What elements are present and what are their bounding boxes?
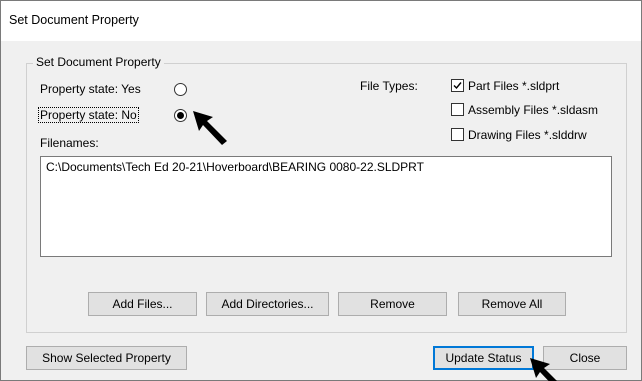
remove-all-button[interactable]: Remove All — [458, 292, 566, 316]
drawing-files-checkbox[interactable] — [451, 128, 464, 141]
part-files-label[interactable]: Part Files *.sldprt — [468, 79, 559, 93]
part-files-checkbox[interactable] — [451, 79, 464, 92]
drawing-files-label[interactable]: Drawing Files *.slddrw — [468, 128, 587, 142]
update-status-button[interactable]: Update Status — [433, 346, 534, 370]
property-state-no-radio[interactable] — [174, 109, 187, 122]
title-bar: Set Document Property — [1, 1, 641, 41]
show-selected-property-button[interactable]: Show Selected Property — [26, 346, 187, 370]
set-document-property-dialog: Set Document Property Set Document Prope… — [0, 0, 642, 381]
property-state-no-label[interactable]: Property state: No — [38, 107, 139, 123]
checkmark-icon — [453, 82, 462, 90]
pointer-arrow-icon — [193, 111, 227, 145]
window-title: Set Document Property — [9, 13, 139, 27]
group-legend: Set Document Property — [33, 55, 164, 69]
remove-button[interactable]: Remove — [338, 292, 447, 316]
add-directories-button[interactable]: Add Directories... — [206, 292, 329, 316]
add-files-button[interactable]: Add Files... — [88, 292, 197, 316]
assembly-files-checkbox[interactable] — [451, 103, 464, 116]
filenames-label: Filenames: — [40, 136, 99, 150]
file-types-label: File Types: — [360, 79, 418, 93]
property-state-yes-radio[interactable] — [174, 83, 187, 96]
assembly-files-label[interactable]: Assembly Files *.sldasm — [468, 103, 598, 117]
list-item[interactable]: C:\Documents\Tech Ed 20-21\Hoverboard\BE… — [46, 160, 424, 174]
property-state-yes-label[interactable]: Property state: Yes — [40, 82, 141, 96]
pointer-arrow-icon — [530, 358, 557, 381]
filenames-listbox[interactable]: C:\Documents\Tech Ed 20-21\Hoverboard\BE… — [40, 156, 612, 257]
